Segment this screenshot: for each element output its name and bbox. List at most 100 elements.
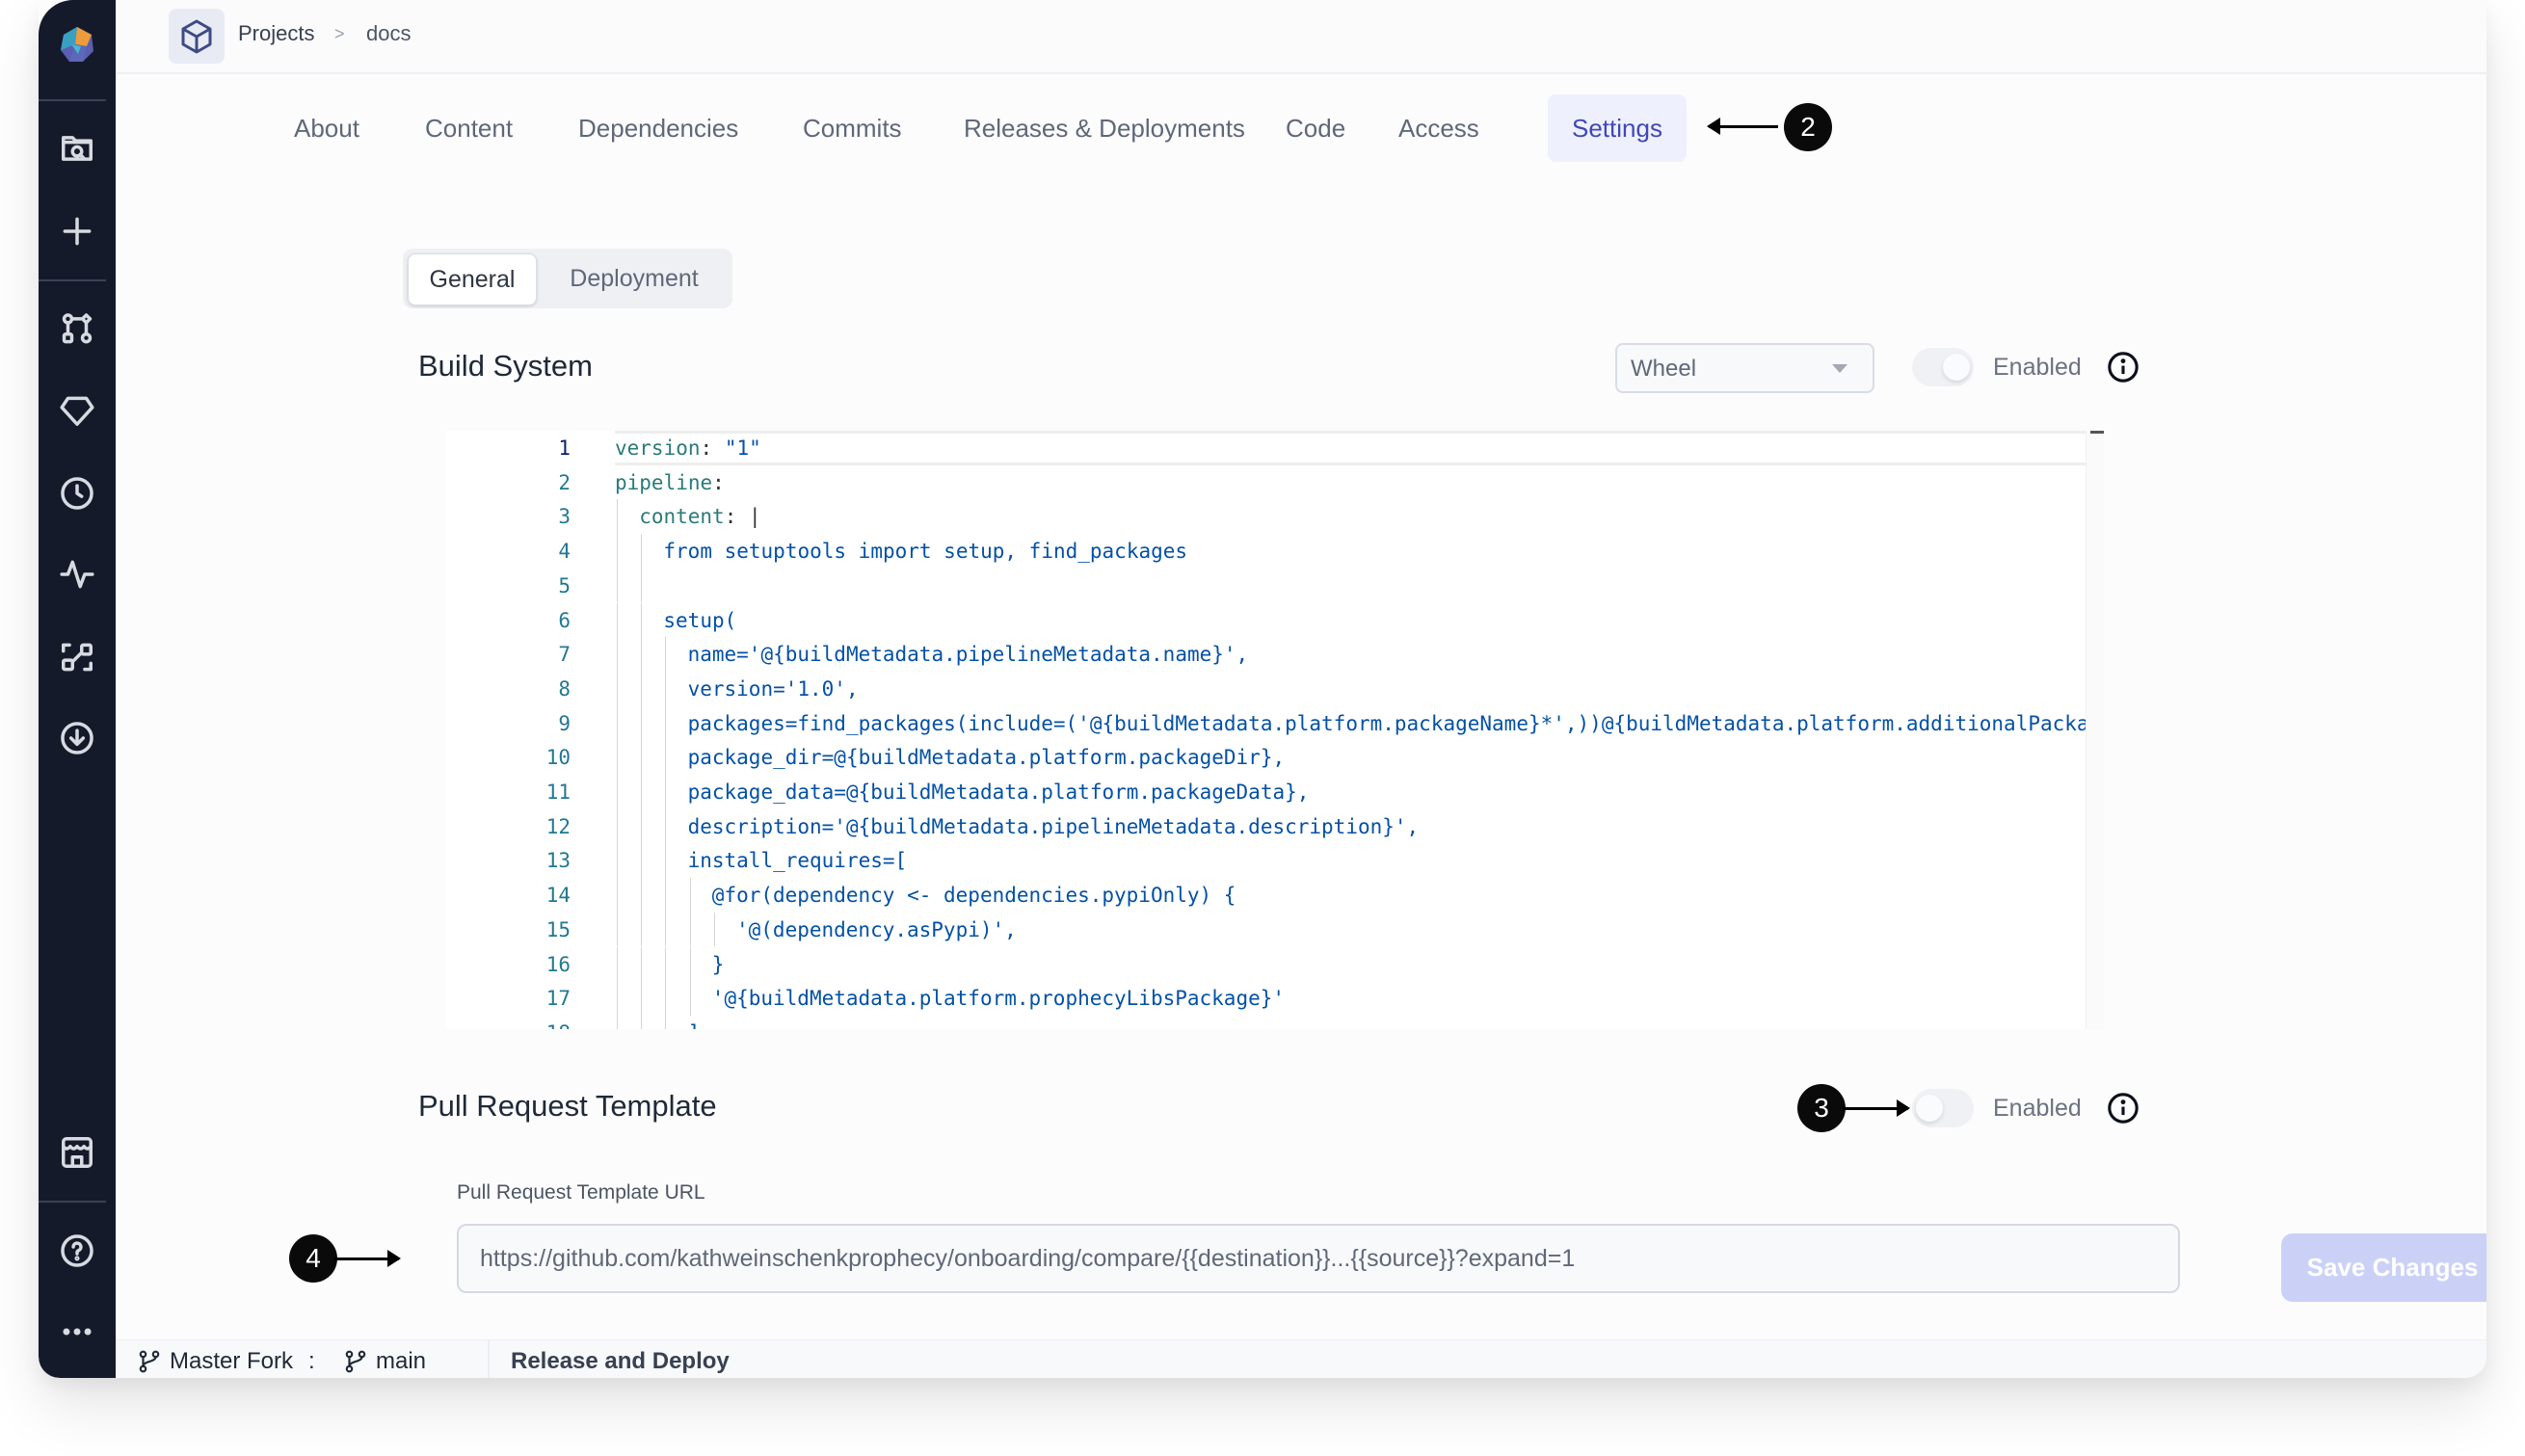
code-text: '@{buildMetadata.platform.prophecyLibsPa… [711, 987, 1286, 1011]
code-line: 17 '@{buildMetadata.platform.prophecyLibs… [445, 981, 2088, 1016]
sidebar-item-more[interactable] [58, 1312, 96, 1351]
sidebar-item-help[interactable] [58, 1231, 96, 1270]
code-line: 14 @for(dependency <- dependencies.pypiOn… [445, 878, 2088, 913]
info-icon[interactable] [2107, 351, 2140, 384]
code-text: install_requires=[ [687, 849, 908, 873]
lineage-icon [62, 643, 93, 672]
footer-divider [488, 1340, 490, 1378]
sidebar-item-observability[interactable] [58, 555, 96, 594]
top-header: Projects > docs [116, 0, 2486, 74]
indent-guide [689, 946, 691, 982]
line-number: 15 [545, 917, 571, 941]
more-horizontal-icon [63, 1328, 92, 1336]
code-line: 16} [445, 947, 2088, 982]
pull-request-toggle[interactable] [1912, 1089, 1974, 1127]
code-line: 18] [445, 1016, 2088, 1029]
tab-dependencies[interactable]: Dependencies [554, 94, 762, 162]
indent-guide [617, 499, 618, 535]
subtab-deployment[interactable]: Deployment [543, 253, 726, 304]
sidebar-item-jobs[interactable] [58, 474, 96, 513]
indent-guide [617, 843, 618, 879]
indent-guide [665, 775, 667, 809]
sidebar-item-gems[interactable] [58, 391, 96, 430]
sidebar-item-browse[interactable] [58, 129, 96, 168]
pr-url-input[interactable] [457, 1224, 2180, 1293]
callout-arrow [1843, 1099, 1910, 1117]
indent-guide [641, 705, 643, 741]
indent-guide [665, 637, 667, 672]
callout-arrow [333, 1250, 401, 1267]
clock-icon [61, 477, 93, 510]
indent-guide [617, 1015, 618, 1029]
sidebar-item-marketplace[interactable] [58, 1133, 96, 1172]
line-number: 7 [558, 643, 571, 667]
indent-guide [641, 775, 643, 809]
indent-guide [689, 981, 691, 1016]
line-number: 18 [445, 1016, 571, 1029]
line-number: 5 [558, 573, 571, 597]
code-line: 15 '@(dependency.asPypi)', [445, 913, 2088, 947]
editor-scrollbar[interactable] [2086, 431, 2104, 1029]
branch-selector[interactable]: main [343, 1348, 426, 1375]
indent-guide [665, 705, 667, 741]
indent-guide [641, 637, 643, 672]
code-text: version: "1" [615, 437, 761, 460]
line-number: 16 [545, 952, 571, 976]
sidebar-item-lineage[interactable] [58, 638, 96, 676]
tab-commits[interactable]: Commits [779, 94, 926, 162]
tab-settings[interactable]: Settings [1548, 94, 1687, 162]
sidebar-item-deploy[interactable] [58, 719, 96, 757]
indent-guide [665, 912, 667, 947]
code-text: packages=find_packages(include=('@{build… [687, 711, 2104, 735]
subtab-general[interactable]: General [408, 253, 537, 305]
indent-guide [617, 568, 618, 603]
build-config-editor[interactable]: 1 version: "1" 2 pipeline: 3 content: | 4 from … [445, 431, 2104, 1029]
tab-access[interactable]: Access [1374, 94, 1503, 162]
toggle-knob [1916, 1095, 1943, 1122]
tab-content[interactable]: Content [401, 94, 537, 162]
code-text: content: | [639, 505, 761, 529]
prophecy-logo[interactable] [58, 25, 96, 64]
plus-icon [63, 217, 92, 246]
tab-releases-deployments[interactable]: Releases & Deployments [940, 94, 1269, 162]
sidebar-item-create[interactable] [58, 212, 96, 251]
indent-guide [689, 912, 691, 947]
tab-code[interactable]: Code [1262, 94, 1369, 162]
code-text: @for(dependency <- dependencies.pypiOnly… [711, 884, 1236, 908]
indent-guide [641, 878, 643, 913]
build-system-toggle[interactable] [1912, 348, 1974, 386]
breadcrumb-chevron-icon: > [334, 24, 345, 43]
code-text: '@(dependency.asPypi)', [736, 917, 1017, 941]
fork-selector[interactable]: Master Fork [137, 1348, 293, 1375]
indent-guide [617, 705, 618, 741]
line-number: 13 [545, 849, 571, 873]
indent-guide [641, 568, 643, 603]
release-and-deploy-button[interactable]: Release and Deploy [511, 1348, 730, 1375]
indent-guide [641, 671, 643, 706]
code-line: 3 content: | [445, 499, 2088, 534]
project-icon-box[interactable] [169, 9, 225, 64]
indent-guide [617, 602, 618, 638]
indent-guide [665, 671, 667, 706]
build-system-enabled-label: Enabled [1993, 354, 2082, 381]
sidebar-item-pipelines[interactable] [58, 310, 96, 349]
indent-guide [641, 808, 643, 844]
build-system-select[interactable]: Wheel [1615, 343, 1874, 393]
code-line: 11 package_data=@{buildMetadata.platform.… [445, 775, 2088, 809]
code-line: 2 pipeline: [445, 465, 2088, 500]
line-number: 9 [558, 711, 571, 735]
indent-guide [665, 740, 667, 775]
code-line: 6 setup( [445, 603, 2088, 638]
build-system-selected: Wheel [1631, 356, 1697, 382]
graph-nodes-icon [62, 313, 93, 344]
git-branch-icon [345, 1350, 366, 1373]
code-text: version='1.0', [687, 676, 859, 701]
info-icon[interactable] [2107, 1092, 2140, 1125]
sidebar [39, 0, 116, 1378]
tab-about[interactable]: About [270, 94, 384, 162]
line-number: 12 [545, 814, 571, 838]
breadcrumb-projects[interactable]: Projects [238, 21, 314, 46]
sidebar-divider [39, 279, 106, 281]
save-changes-button[interactable]: Save Changes [2281, 1233, 2486, 1302]
settings-subtabs: General Deployment [403, 249, 732, 308]
